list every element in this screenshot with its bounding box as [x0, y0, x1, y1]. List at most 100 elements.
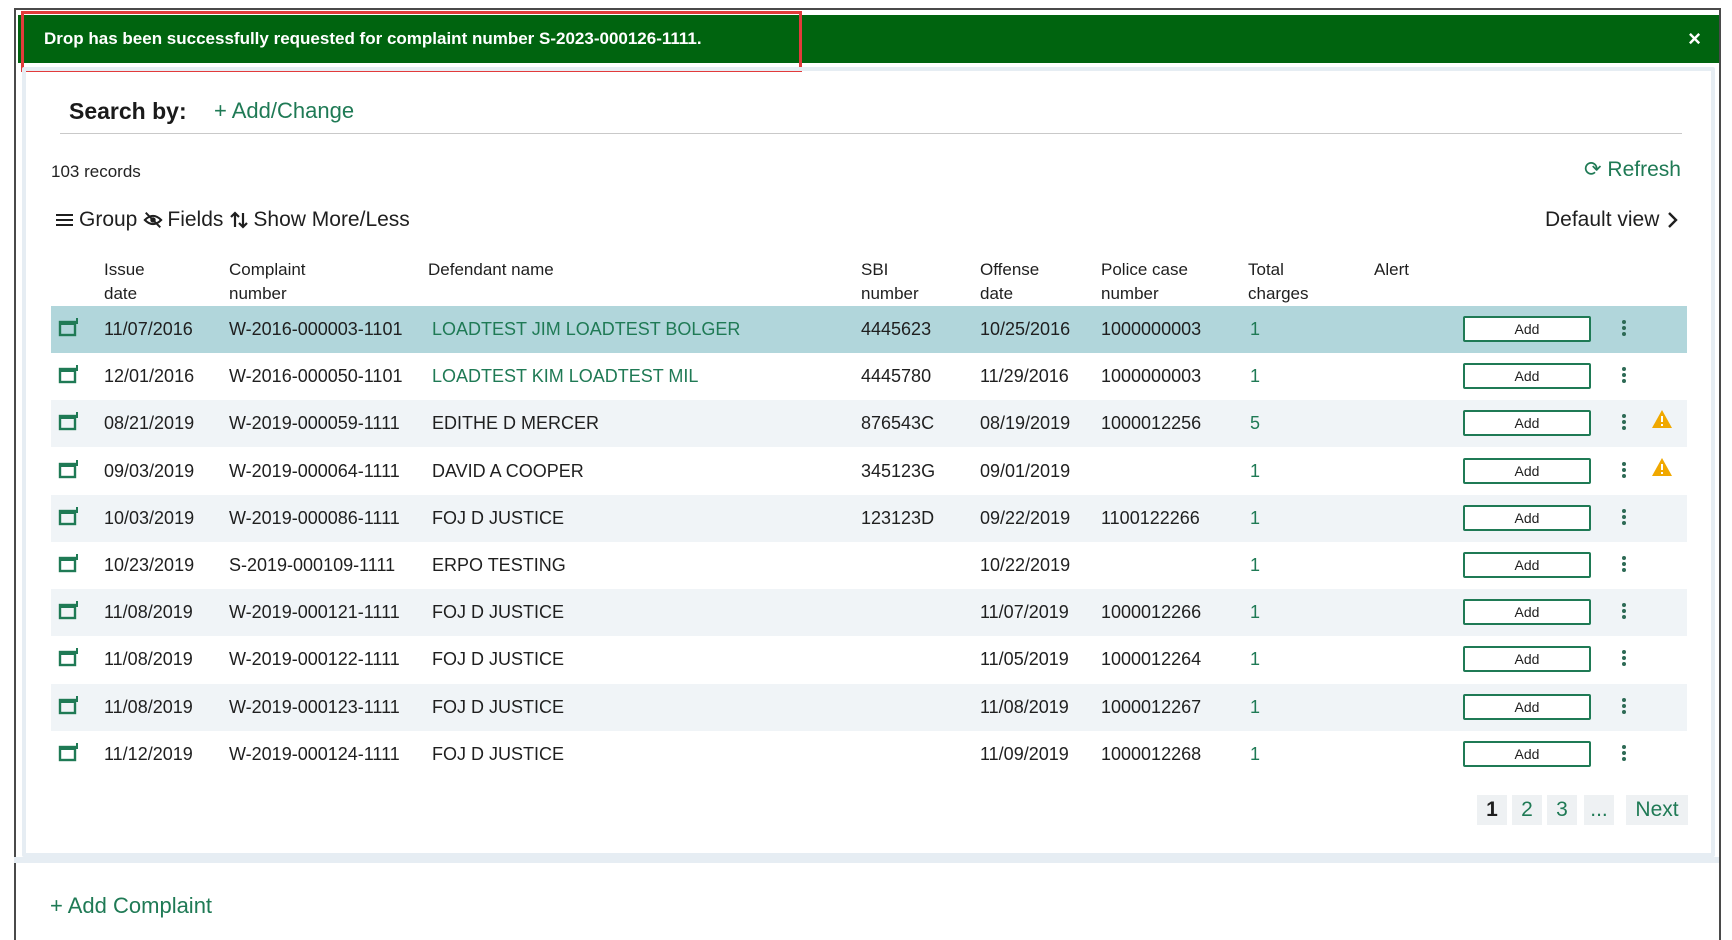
- cell-defendant-name: FOJ D JUSTICE: [432, 602, 565, 623]
- kebab-menu-icon[interactable]: [1619, 507, 1629, 529]
- cell-total-charges[interactable]: 1: [1250, 542, 1260, 589]
- cell-complaint-number: W-2019-000122-1111: [229, 649, 400, 670]
- fields-button[interactable]: Fields: [143, 208, 223, 232]
- add-button[interactable]: Add: [1463, 740, 1591, 767]
- search-bar: Search by: + Add/Change: [60, 88, 1682, 134]
- calendar-icon[interactable]: [58, 459, 80, 481]
- add-complaint-link[interactable]: + Add Complaint: [50, 893, 212, 919]
- table-row[interactable]: 11/08/2019 W-2019-000123-1111 FOJ D JUSTIC…: [51, 683, 1687, 731]
- kebab-menu-icon[interactable]: [1619, 554, 1629, 576]
- next-page-button[interactable]: Next: [1626, 795, 1688, 825]
- kebab-menu-icon[interactable]: [1619, 318, 1629, 340]
- add-button[interactable]: Add: [1463, 457, 1591, 484]
- kebab-menu-icon[interactable]: [1619, 696, 1629, 718]
- cell-offense-date: 11/09/2019: [980, 743, 1069, 764]
- cell-issue-date: 09/03/2019: [104, 460, 195, 481]
- table-row[interactable]: 10/03/2019 W-2019-000086-1111 FOJ D JUSTIC…: [51, 494, 1687, 542]
- add-button[interactable]: Add: [1463, 504, 1591, 531]
- cell-total-charges[interactable]: 1: [1250, 495, 1260, 542]
- cell-complaint-number: W-2019-000086-1111: [229, 507, 400, 528]
- kebab-menu-icon[interactable]: [1619, 365, 1629, 387]
- page-2-button[interactable]: 2: [1512, 795, 1542, 825]
- page-3-button[interactable]: 3: [1547, 795, 1577, 825]
- table-row[interactable]: 11/12/2019 W-2019-000124-1111 FOJ D JUSTIC…: [51, 731, 1687, 778]
- cell-total-charges[interactable]: 5: [1250, 400, 1260, 447]
- cell-offense-date: 10/25/2016: [980, 319, 1071, 339]
- cell-issue-date: 11/12/2019: [104, 743, 193, 764]
- group-button[interactable]: Group: [55, 208, 137, 232]
- add-change-search-link[interactable]: + Add/Change: [214, 98, 354, 124]
- table-row[interactable]: 10/23/2019 S-2019-000109-1111 ERPO TESTING…: [51, 542, 1687, 589]
- show-more-less-label: Show More/Less: [253, 208, 410, 231]
- table-row[interactable]: 11/08/2019 W-2019-000121-1111 FOJ D JUSTIC…: [51, 589, 1687, 637]
- col-header-police-case-number[interactable]: Police case number: [1101, 258, 1188, 306]
- warning-icon: [1652, 410, 1672, 429]
- table-row[interactable]: 12/01/2016 W-2016-000050-1101 LOADTEST KIM…: [51, 353, 1687, 400]
- calendar-icon[interactable]: [58, 364, 80, 386]
- default-view-selector[interactable]: Default view: [1545, 208, 1679, 232]
- add-button[interactable]: Add: [1463, 552, 1591, 578]
- cell-total-charges[interactable]: 1: [1250, 636, 1260, 683]
- col-header-line: Defendant name: [428, 260, 554, 279]
- calendar-icon[interactable]: [58, 411, 80, 433]
- refresh-button[interactable]: ⟳ Refresh: [1584, 157, 1681, 182]
- cell-defendant-name: FOJ D JUSTICE: [432, 696, 565, 717]
- cell-total-charges[interactable]: 1: [1250, 448, 1260, 495]
- show-more-less-button[interactable]: Show More/Less: [229, 208, 410, 232]
- cell-issue-date: 10/23/2019: [104, 555, 195, 575]
- col-header-total-charges[interactable]: Total charges: [1248, 258, 1308, 306]
- col-header-line: number: [1101, 284, 1159, 303]
- calendar-icon[interactable]: [58, 506, 80, 528]
- col-header-line: charges: [1248, 284, 1309, 303]
- col-header-line: Police case: [1101, 260, 1188, 279]
- calendar-icon[interactable]: [58, 553, 80, 575]
- col-header-issue-date[interactable]: Issue date: [104, 258, 145, 306]
- col-header-offense-date[interactable]: Offense date: [980, 258, 1039, 306]
- add-button[interactable]: Add: [1463, 363, 1591, 390]
- col-header-defendant-name[interactable]: Defendant name: [428, 258, 554, 282]
- cell-total-charges[interactable]: 1: [1250, 731, 1260, 778]
- add-button[interactable]: Add: [1463, 599, 1591, 626]
- calendar-icon[interactable]: [58, 600, 80, 622]
- col-header-line: Offense: [980, 260, 1040, 279]
- kebab-menu-icon[interactable]: [1619, 460, 1629, 482]
- kebab-menu-icon[interactable]: [1619, 648, 1629, 670]
- cell-defendant-name[interactable]: LOADTEST JIM LOADTEST BOLGER: [432, 306, 740, 353]
- cell-total-charges[interactable]: 1: [1250, 589, 1260, 636]
- kebab-menu-icon[interactable]: [1619, 743, 1629, 765]
- cell-defendant-name: DAVID A COOPER: [432, 460, 584, 481]
- table-row[interactable]: 09/03/2019 W-2019-000064-1111 DAVID A COOP…: [51, 448, 1687, 495]
- table-row[interactable]: 08/21/2019 W-2019-000059-1111 EDITHE D MER…: [51, 400, 1687, 448]
- cell-sbi-number: 4445780: [861, 366, 932, 387]
- table-row[interactable]: 11/07/2016 W-2016-000003-1101 LOADTEST JIM…: [51, 306, 1687, 353]
- add-button[interactable]: Add: [1463, 410, 1591, 437]
- footer-divider: [14, 857, 1719, 863]
- cell-offense-date: 11/08/2019: [980, 696, 1069, 717]
- cell-offense-date: 09/22/2019: [980, 507, 1071, 528]
- calendar-icon[interactable]: [58, 742, 80, 764]
- page-ellipsis[interactable]: ...: [1584, 795, 1614, 825]
- eye-slash-icon: [143, 212, 163, 228]
- kebab-menu-icon[interactable]: [1619, 412, 1629, 434]
- close-icon[interactable]: ×: [1688, 15, 1701, 63]
- cell-defendant-name[interactable]: LOADTEST KIM LOADTEST MIL: [432, 353, 698, 400]
- kebab-menu-icon[interactable]: [1619, 601, 1629, 623]
- add-button[interactable]: Add: [1463, 693, 1591, 720]
- cell-sbi-number: 4445623: [861, 319, 932, 339]
- add-button[interactable]: Add: [1463, 646, 1591, 673]
- calendar-icon[interactable]: [58, 317, 80, 339]
- page-1-button[interactable]: 1: [1477, 795, 1507, 825]
- calendar-icon[interactable]: [58, 695, 80, 717]
- calendar-icon[interactable]: [58, 647, 80, 669]
- cell-total-charges[interactable]: 1: [1250, 306, 1260, 353]
- col-header-alert[interactable]: Alert: [1374, 258, 1409, 282]
- col-header-sbi-number[interactable]: SBI number: [861, 258, 919, 306]
- cell-total-charges[interactable]: 1: [1250, 684, 1260, 731]
- col-header-complaint-number[interactable]: Complaint number: [229, 258, 306, 306]
- add-button[interactable]: Add: [1463, 316, 1591, 342]
- col-header-line: date: [104, 284, 138, 303]
- cell-offense-date: 11/07/2019: [980, 602, 1069, 623]
- cell-total-charges[interactable]: 1: [1250, 353, 1260, 400]
- cell-defendant-name: FOJ D JUSTICE: [432, 743, 565, 764]
- table-row[interactable]: 11/08/2019 W-2019-000122-1111 FOJ D JUSTIC…: [51, 636, 1687, 683]
